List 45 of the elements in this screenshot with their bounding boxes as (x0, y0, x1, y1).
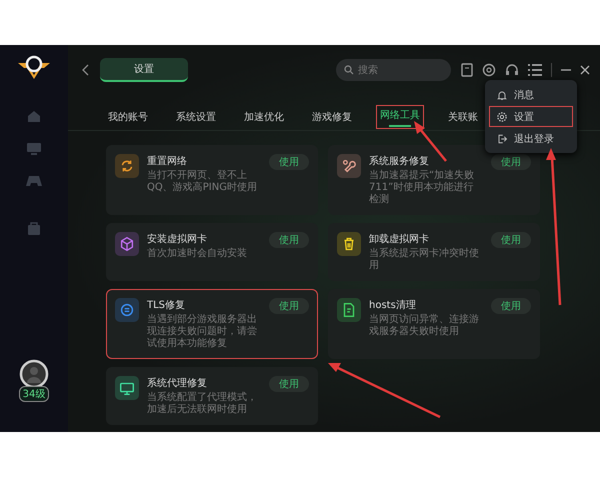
avatar-icon[interactable] (18, 359, 49, 389)
tool-description: 当打不开网页、登不上QQ、游戏高PING时使用 (147, 170, 258, 194)
tool-description: 首次加速时会自动安装 (147, 248, 248, 260)
use-button[interactable]: 使用 (491, 232, 531, 248)
tool-description: 当系统配置了代理模式，加速后无法联网时使用 (147, 392, 258, 416)
bell-icon (496, 88, 508, 100)
level-badge: 34级 (18, 386, 50, 402)
settings-tab[interactable]: 关联账 (444, 105, 482, 129)
use-button[interactable]: 使用 (269, 298, 309, 314)
tool-title: 安装虚拟网卡 (147, 232, 208, 246)
tool-title: TLS修复 (147, 299, 186, 312)
search-field[interactable]: 搜索 (336, 59, 451, 81)
tool-title: 系统代理修复 (147, 376, 208, 390)
search-icon (344, 65, 354, 75)
settings-tab[interactable]: 游戏修复 (308, 105, 356, 129)
use-button[interactable]: 使用 (269, 154, 309, 170)
use-button[interactable]: 使用 (491, 298, 531, 314)
tool-description: 当遇到部分游戏服务器出现连接失败问题时，请尝试使用本功能修复 (147, 314, 258, 350)
page-title-tab[interactable]: 设置 (100, 58, 188, 82)
tool-description: 当加速器提示“加速失败711”时使用本功能进行检测 (369, 170, 476, 206)
use-button[interactable]: 使用 (269, 376, 309, 392)
close-icon[interactable] (580, 65, 590, 75)
tool-description: 当系统提示网卡冲突时使用 (369, 248, 480, 272)
menu-icon[interactable] (528, 64, 542, 76)
use-button[interactable]: 使用 (269, 232, 309, 248)
exit-icon (496, 132, 508, 144)
settings-tab[interactable]: 网络工具 (376, 105, 424, 129)
settings-tab[interactable]: 系统设置 (172, 105, 220, 129)
logo-icon (17, 55, 51, 81)
gear-icon (496, 110, 508, 122)
menu-item[interactable]: 设置 (489, 106, 573, 127)
use-button[interactable]: 使用 (491, 154, 531, 170)
settings-tab[interactable]: 我的账号 (104, 105, 152, 129)
menu-item[interactable]: 退出登录 (489, 128, 573, 149)
tool-title: 重置网络 (147, 154, 188, 168)
settings-tab[interactable]: 加速优化 (240, 105, 288, 129)
clipboard-icon[interactable] (461, 63, 473, 77)
tool-title: hosts清理 (369, 298, 417, 312)
back-icon[interactable] (82, 64, 90, 76)
tool-title: 卸载虚拟网卡 (369, 232, 430, 246)
tool-description: 当网页访问异常、连接游戏服务器失败时使用 (369, 314, 480, 338)
headset-icon[interactable] (505, 63, 519, 77)
tool-title: 系统服务修复 (369, 154, 430, 168)
disc-icon[interactable] (482, 63, 496, 77)
menu-item[interactable]: 消息 (489, 84, 573, 105)
